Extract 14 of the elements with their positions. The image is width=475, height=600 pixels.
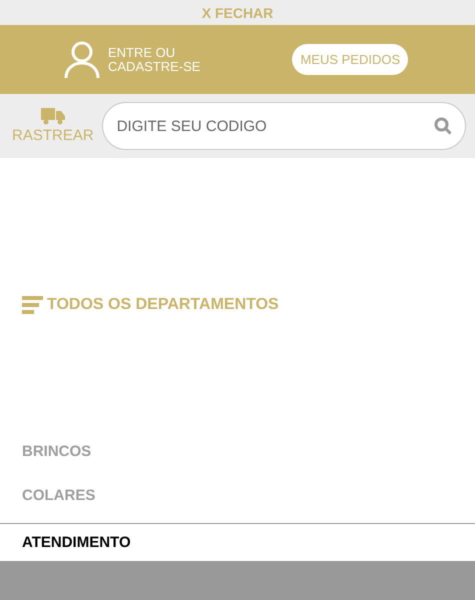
search-icon[interactable] bbox=[434, 117, 452, 135]
category-link[interactable]: BRINCOS bbox=[22, 443, 92, 460]
login-link[interactable]: ENTRE OU CADASTRE-SE bbox=[64, 40, 200, 78]
departments-title: TODOS OS DEPARTAMENTOS bbox=[47, 296, 279, 314]
support-link[interactable]: ATENDIMENTO bbox=[22, 534, 131, 551]
truck-icon bbox=[40, 108, 65, 125]
track-link[interactable]: RASTREAR bbox=[12, 108, 94, 144]
search-field[interactable]: DIGITE SEU CODIGO bbox=[102, 102, 466, 150]
category-link[interactable]: COLARES bbox=[22, 487, 96, 504]
orders-button[interactable]: MEUS PEDIDOS bbox=[292, 44, 408, 75]
user-icon bbox=[64, 40, 100, 78]
menu-icon bbox=[22, 296, 43, 314]
close-link[interactable]: X FECHAR bbox=[202, 4, 274, 20]
departments-link[interactable]: TODOS OS DEPARTAMENTOS bbox=[22, 296, 475, 314]
